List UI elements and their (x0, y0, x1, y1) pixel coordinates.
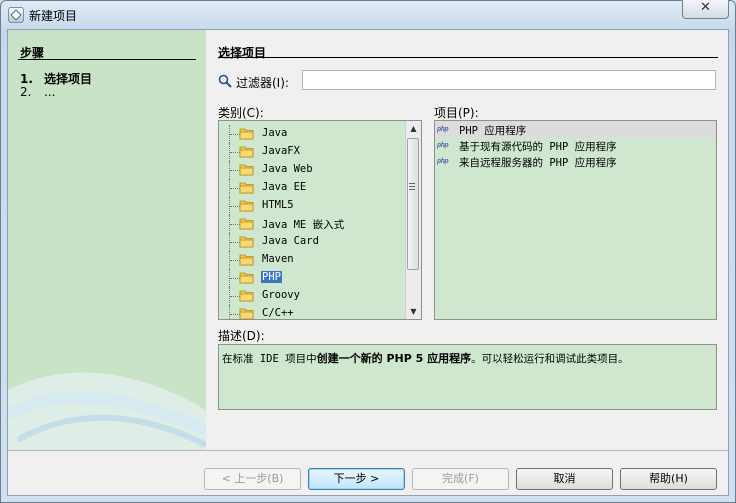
description-label: 描述(D): (218, 329, 265, 343)
description-text-bold: 创建一个新的 PHP 5 应用程序 (316, 352, 472, 365)
project-label: PHP 应用程序 (459, 125, 527, 137)
folder-icon (239, 200, 254, 212)
description-text-pre: 在标准 IDE 项目中 (222, 353, 317, 365)
php-icon: php (437, 125, 449, 133)
filter-label: 过滤器(I): (236, 76, 289, 90)
folder-icon (239, 146, 254, 158)
categories-label: 类别(C): (218, 106, 264, 120)
category-item[interactable]: Java (219, 125, 405, 143)
category-label[interactable]: Java ME 嵌入式 (261, 217, 345, 232)
category-item[interactable]: Java Card (219, 233, 405, 251)
step-number: 1. (20, 72, 33, 86)
category-item[interactable]: Maven (219, 251, 405, 269)
category-item[interactable]: JavaFX (219, 143, 405, 161)
category-item[interactable]: Java ME 嵌入式 (219, 215, 405, 233)
page-title: 选择项目 (218, 46, 267, 60)
scroll-up-arrow-icon[interactable]: ▲ (406, 121, 421, 136)
folder-icon (239, 164, 254, 176)
folder-icon (239, 272, 254, 284)
decorative-swoosh-graphic (8, 372, 206, 450)
category-label[interactable]: C/C++ (261, 307, 295, 319)
category-label[interactable]: Groovy (261, 289, 301, 301)
scroll-down-arrow-icon[interactable]: ▼ (406, 304, 421, 319)
folder-icon (239, 254, 254, 266)
steps-divider (18, 59, 196, 60)
description-text-post: 。可以轻松运行和调试此类项目。 (471, 353, 629, 365)
project-item[interactable]: php PHP 应用程序 (435, 122, 716, 138)
step-label: ... (44, 85, 56, 99)
project-label: 基于现有源代码的 PHP 应用程序 (459, 141, 617, 153)
category-label[interactable]: PHP (261, 271, 282, 283)
netbeans-app-icon (8, 7, 24, 23)
next-button[interactable]: 下一步 > (308, 468, 405, 490)
cancel-button[interactable]: 取消 (516, 468, 613, 490)
step-number: 2. (20, 85, 32, 99)
category-item[interactable]: Java Web (219, 161, 405, 179)
php-icon: php (437, 141, 449, 149)
search-icon (218, 74, 232, 88)
category-item[interactable]: HTML5 (219, 197, 405, 215)
title-divider (218, 57, 718, 58)
step-label: 选择项目 (44, 72, 93, 86)
window-title: 新建项目 (29, 9, 78, 23)
dialog-client-area: 步骤 1. 选择项目 2.... 选择项目 过滤器(I): 类别(C): 项目(P… (7, 29, 729, 496)
help-button[interactable]: 帮助(H) (620, 468, 717, 490)
folder-icon (239, 218, 254, 230)
category-item[interactable]: Groovy (219, 287, 405, 305)
categories-tree[interactable]: Java JavaFX Java Web Java EE HTML5 Java ME 嵌入… (218, 120, 422, 320)
php-icon: php (437, 157, 449, 165)
category-item[interactable]: PHP (219, 269, 405, 287)
categories-scrollbar[interactable]: ▲ ▼ (405, 121, 421, 319)
finish-button[interactable]: 完成(F) (412, 468, 509, 490)
steps-panel: 步骤 1. 选择项目 2.... (8, 30, 206, 450)
close-button[interactable]: ✕ (682, 0, 729, 19)
filter-input[interactable] (302, 70, 716, 90)
category-label[interactable]: Java Web (261, 163, 314, 175)
project-label: 来自远程服务器的 PHP 应用程序 (459, 157, 617, 169)
folder-icon (239, 182, 254, 194)
back-button[interactable]: < 上一步(B) (204, 468, 301, 490)
category-label[interactable]: Maven (261, 253, 295, 265)
folder-icon (239, 290, 254, 302)
category-item[interactable]: Java EE (219, 179, 405, 197)
category-label[interactable]: Java Card (261, 235, 320, 247)
project-item[interactable]: php 基于现有源代码的 PHP 应用程序 (435, 138, 716, 154)
projects-label: 项目(P): (434, 106, 479, 120)
category-label[interactable]: JavaFX (261, 145, 301, 157)
category-label[interactable]: HTML5 (261, 199, 295, 211)
new-project-dialog: 新建项目 ✕ 步骤 1. 选择项目 2.... 选择项目 过滤器(I): 类别(… (0, 0, 736, 503)
title-bar: 新建项目 ✕ (1, 0, 735, 29)
scroll-thumb[interactable] (407, 138, 419, 270)
folder-icon (239, 308, 254, 319)
description-box: 在标准 IDE 项目中创建一个新的 PHP 5 应用程序。可以轻松运行和调试此类… (218, 344, 717, 410)
folder-icon (239, 236, 254, 248)
category-label[interactable]: Java (261, 127, 288, 139)
project-item[interactable]: php 来自远程服务器的 PHP 应用程序 (435, 154, 716, 170)
scroll-grip-icon (409, 183, 415, 190)
projects-list[interactable]: php PHP 应用程序 php 基于现有源代码的 PHP 应用程序 php 来自远程服务… (434, 120, 717, 320)
category-label[interactable]: Java EE (261, 181, 307, 193)
category-item[interactable]: C/C++ (219, 305, 405, 319)
folder-icon (239, 128, 254, 140)
button-bar-divider (8, 450, 728, 451)
step-2: 2.... (20, 85, 55, 99)
